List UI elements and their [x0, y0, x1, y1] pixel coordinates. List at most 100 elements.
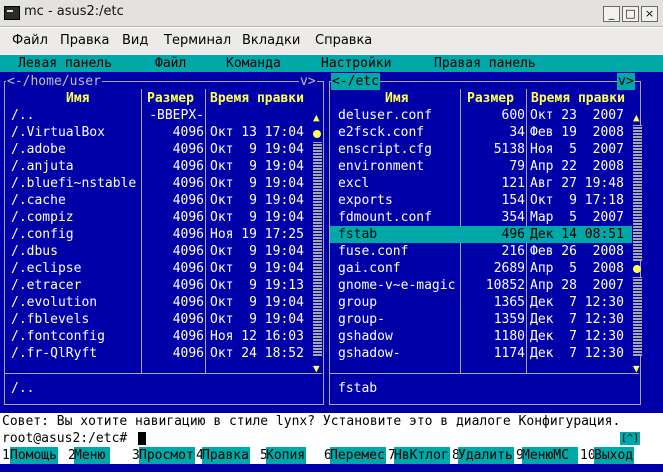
file-name: /.config [11, 227, 74, 242]
menu-edit[interactable]: Правка [60, 33, 109, 48]
fkey-label[interactable]: Помощь [10, 447, 58, 464]
file-name: group- [338, 312, 385, 327]
file-name: /.dbus [11, 244, 58, 259]
file-name: fstab [338, 227, 378, 242]
terminal-area[interactable]: Левая панель Файл Команда Настройки Прав… [0, 55, 663, 472]
file-mtime: Окт 9 17:18 [530, 193, 624, 208]
right-panel-status: fstab [338, 381, 378, 396]
file-name: exports [338, 193, 393, 208]
left-status-divider [5, 373, 322, 374]
file-mtime: Окт 9 19:04 [210, 244, 304, 259]
mc-menu-command[interactable]: Команда [226, 55, 281, 72]
left-header-mtime[interactable]: Время правки [210, 90, 304, 107]
file-size: 121 [501, 176, 525, 191]
file-mtime: Окт 9 19:04 [210, 142, 304, 157]
file-size: 5138 [493, 142, 525, 157]
terminal-menubar: Файл Правка Вид Терминал Вкладки Справка [0, 28, 663, 54]
mc-menu-left-panel[interactable]: Левая панель [18, 55, 112, 72]
file-name: group [338, 295, 378, 310]
menu-terminal[interactable]: Терминал [164, 33, 231, 48]
menu-tabs[interactable]: Вкладки [242, 33, 300, 48]
file-size: 1359 [493, 312, 525, 327]
file-size: 4096 [172, 227, 204, 242]
left-scroll-thumb-icon[interactable] [313, 130, 321, 138]
left-header-size[interactable]: Размер [147, 90, 194, 107]
right-status-divider [330, 373, 639, 374]
history-up-button[interactable]: [^] [620, 432, 640, 445]
file-mtime: Окт 24 18:52 [210, 346, 304, 361]
right-scrollbar-upper[interactable] [633, 125, 642, 261]
file-size: 600 [501, 108, 525, 123]
left-scrollbar[interactable] [313, 142, 322, 356]
fkey-label[interactable]: Перемес [330, 447, 386, 464]
file-size: 354 [501, 210, 525, 225]
fkey-label[interactable]: Меню [74, 447, 110, 464]
fkey-label[interactable]: НвКтлог [394, 447, 450, 464]
file-size: 4096 [172, 176, 204, 191]
file-size: 1365 [493, 295, 525, 310]
file-name: gai.conf [338, 261, 401, 276]
right-panel-corner[interactable]: v> [617, 73, 635, 90]
right-scroll-thumb-icon[interactable] [633, 265, 641, 273]
file-mtime: Дек 7 12:30 [530, 346, 624, 361]
file-mtime: Апр 28 2007 [530, 278, 624, 293]
close-button[interactable]: × [641, 6, 658, 22]
left-col-divider-1 [141, 89, 142, 373]
maximize-button[interactable]: □ [622, 6, 639, 22]
file-size: 4096 [172, 125, 204, 140]
right-header-name[interactable]: Имя [385, 90, 408, 107]
right-scroll-down-icon[interactable]: ▼ [633, 363, 640, 374]
hint-text: Совет: Вы хотите навигацию в стиле lynx?… [2, 414, 621, 429]
file-mtime: Дек 7 12:30 [530, 295, 624, 310]
fkey-label[interactable]: Просмотр [139, 447, 195, 464]
right-panel-path[interactable]: <-/etc [331, 73, 380, 90]
file-mtime: Окт 9 19:04 [210, 295, 304, 310]
file-name: /.bluefi~nstable [11, 176, 137, 191]
fkey-label[interactable]: Копия [266, 447, 306, 464]
fkey-label[interactable]: МенюМС [522, 447, 578, 464]
text-cursor [138, 432, 146, 445]
file-name: /.etracer [11, 278, 82, 293]
left-panel-corner[interactable]: v> [299, 73, 317, 90]
menu-view[interactable]: Вид [122, 33, 148, 48]
file-name: /.. [11, 108, 35, 123]
mc-menubar: Левая панель Файл Команда Настройки Прав… [0, 55, 663, 72]
file-mtime: Фев 19 2008 [530, 125, 624, 140]
file-name: environment [338, 159, 425, 174]
fkey-label[interactable]: Выход [594, 447, 634, 464]
file-mtime: Ноя 19 17:25 [210, 227, 304, 242]
right-scrollbar-lower[interactable] [633, 277, 642, 356]
file-size: 34 [509, 125, 525, 140]
fkey-label[interactable]: Удалить [458, 447, 514, 464]
fkey-label[interactable]: Правка [202, 447, 250, 464]
file-size: 4096 [172, 261, 204, 276]
file-size: 4096 [172, 193, 204, 208]
menu-file[interactable]: Файл [12, 33, 48, 48]
window-titlebar: mc - asus2:/etc _ □ × [0, 0, 663, 27]
right-header-mtime[interactable]: Время правки [531, 90, 625, 107]
command-line[interactable]: root@asus2:/etc# [0, 430, 663, 447]
right-header-size[interactable]: Размер [467, 90, 514, 107]
left-header-name[interactable]: Имя [66, 90, 89, 107]
minimize-button[interactable]: _ [603, 6, 620, 22]
mc-menu-options[interactable]: Настройки [321, 55, 391, 72]
file-mtime: Авг 27 19:48 [530, 176, 624, 191]
file-mtime: Мар 5 2007 [530, 210, 624, 225]
file-mtime: Окт 9 19:04 [210, 159, 304, 174]
file-mtime: Фев 26 2008 [530, 244, 624, 259]
file-mtime: Окт 9 19:13 [210, 278, 304, 293]
mc-menu-right-panel[interactable]: Правая панель [434, 55, 536, 72]
file-row[interactable]: fstab 496 Дек 14 08:51 [330, 226, 632, 243]
left-scroll-up-icon[interactable]: ▲ [313, 112, 320, 123]
file-name: /.fr-QlRyft [11, 346, 98, 361]
hint-bar: Совет: Вы хотите навигацию в стиле lynx?… [0, 413, 663, 430]
left-panel-path[interactable]: <-/home/user [6, 73, 102, 90]
left-col-divider-2 [205, 89, 206, 373]
mc-menu-file[interactable]: Файл [155, 55, 186, 72]
right-scroll-up-icon[interactable]: ▲ [633, 112, 640, 123]
terminal-bottom-strip [0, 464, 663, 472]
menu-help[interactable]: Справка [315, 33, 372, 48]
file-name: fuse.conf [338, 244, 409, 259]
left-scroll-down-icon[interactable]: ▼ [313, 363, 320, 374]
file-name: gshadow- [338, 346, 401, 361]
